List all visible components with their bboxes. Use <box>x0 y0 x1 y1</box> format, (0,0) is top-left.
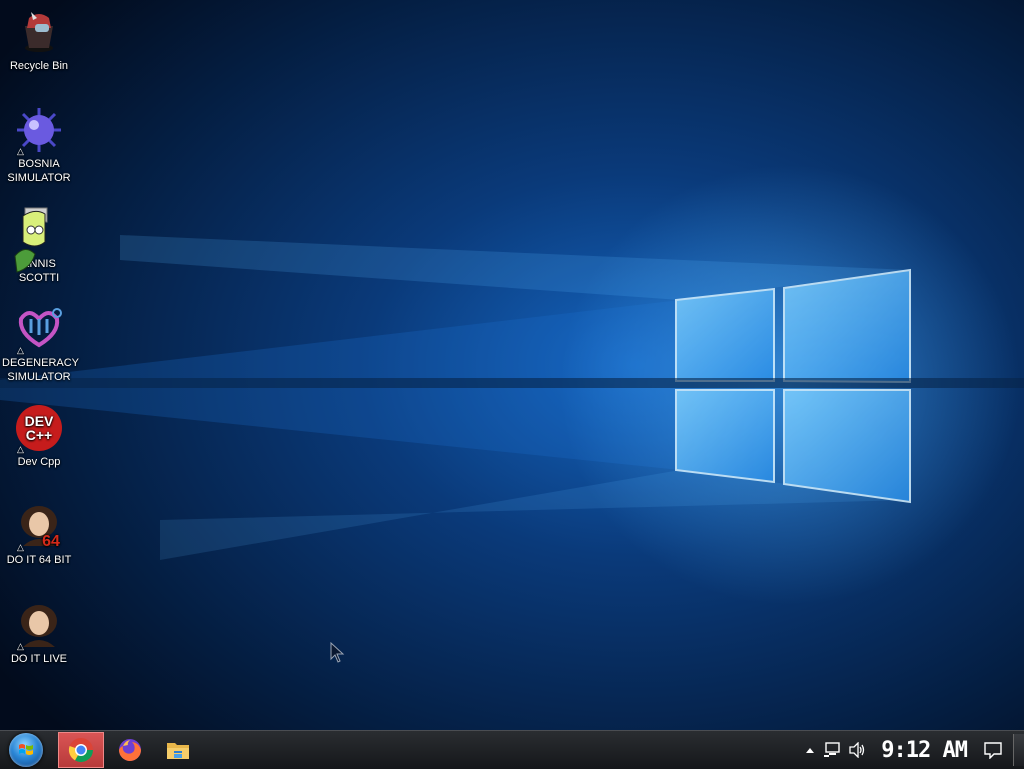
network-icon[interactable] <box>823 742 841 758</box>
taskbar-clock[interactable]: 9:12 AM <box>881 738 968 763</box>
desktop-icon-label: DO IT 64 BIT <box>6 554 72 566</box>
taskbar-firefox-button[interactable] <box>108 732 152 768</box>
action-center-icon[interactable] <box>983 741 1003 759</box>
portrait-64-icon: 64 △ <box>15 502 63 552</box>
svg-text:C++: C++ <box>26 427 52 443</box>
shortcut-arrow-icon: △ <box>17 641 24 651</box>
desktop-icon-ennis-scotti[interactable]: ENNIS SCOTTI <box>2 206 76 285</box>
shortcut-arrow-icon: △ <box>17 542 24 552</box>
desktop-icon-label: DO IT LIVE <box>10 653 68 665</box>
shortcut-arrow-icon: △ <box>17 146 24 156</box>
chevron-up-icon[interactable] <box>805 746 815 754</box>
desktop-icon-do-it-live[interactable]: △ DO IT LIVE <box>2 601 76 666</box>
desktop-icon-label: BOSNIA SIMULATOR <box>7 158 71 184</box>
desktop-icon-bosnia-simulator[interactable]: △ BOSNIA SIMULATOR <box>2 106 76 185</box>
desktop-icon-dev-cpp[interactable]: DEV C++ △ Dev Cpp <box>2 404 76 469</box>
dev-cpp-icon: DEV C++ △ <box>15 404 63 454</box>
heart-symbol-icon: △ <box>15 305 63 355</box>
spiked-sphere-icon: △ <box>15 106 63 156</box>
desktop-icon-do-it-64-bit[interactable]: 64 △ DO IT 64 BIT <box>2 502 76 567</box>
desktop-icon-area: Recycle Bin △ BOSNIA SIMULATOR ENNIS SCO… <box>0 0 80 730</box>
firefox-icon <box>119 739 141 761</box>
desktop-icon-label: Dev Cpp <box>17 456 61 468</box>
svg-text:64: 64 <box>42 533 60 550</box>
recycle-bin-icon <box>15 8 63 56</box>
shortcut-arrow-icon: △ <box>17 345 24 355</box>
taskbar: 9:12 AM <box>0 730 1024 769</box>
desktop-wallpaper <box>0 0 1024 730</box>
character-icon <box>14 206 63 273</box>
taskbar-chrome-button[interactable] <box>58 732 104 768</box>
desktop-icon-recycle-bin[interactable]: Recycle Bin <box>2 8 76 73</box>
windows-logo-icon <box>9 733 43 767</box>
shortcut-arrow-icon: △ <box>17 444 24 454</box>
volume-icon[interactable] <box>849 742 867 758</box>
start-button[interactable] <box>4 732 48 768</box>
desktop-icon-degeneracy-simulator[interactable]: △ DEGENERACY SIMULATOR <box>2 305 80 384</box>
show-desktop-button[interactable] <box>1013 734 1024 766</box>
portrait-icon: △ <box>15 601 63 651</box>
file-explorer-icon <box>167 743 189 759</box>
taskbar-file-explorer-button[interactable] <box>156 732 200 768</box>
mouse-cursor-icon <box>330 642 345 663</box>
desktop-icon-label: Recycle Bin <box>9 60 69 72</box>
system-tray: 9:12 AM <box>801 731 1024 769</box>
desktop-icon-label: DEGENERACY SIMULATOR <box>2 357 80 383</box>
chrome-icon <box>68 738 93 763</box>
